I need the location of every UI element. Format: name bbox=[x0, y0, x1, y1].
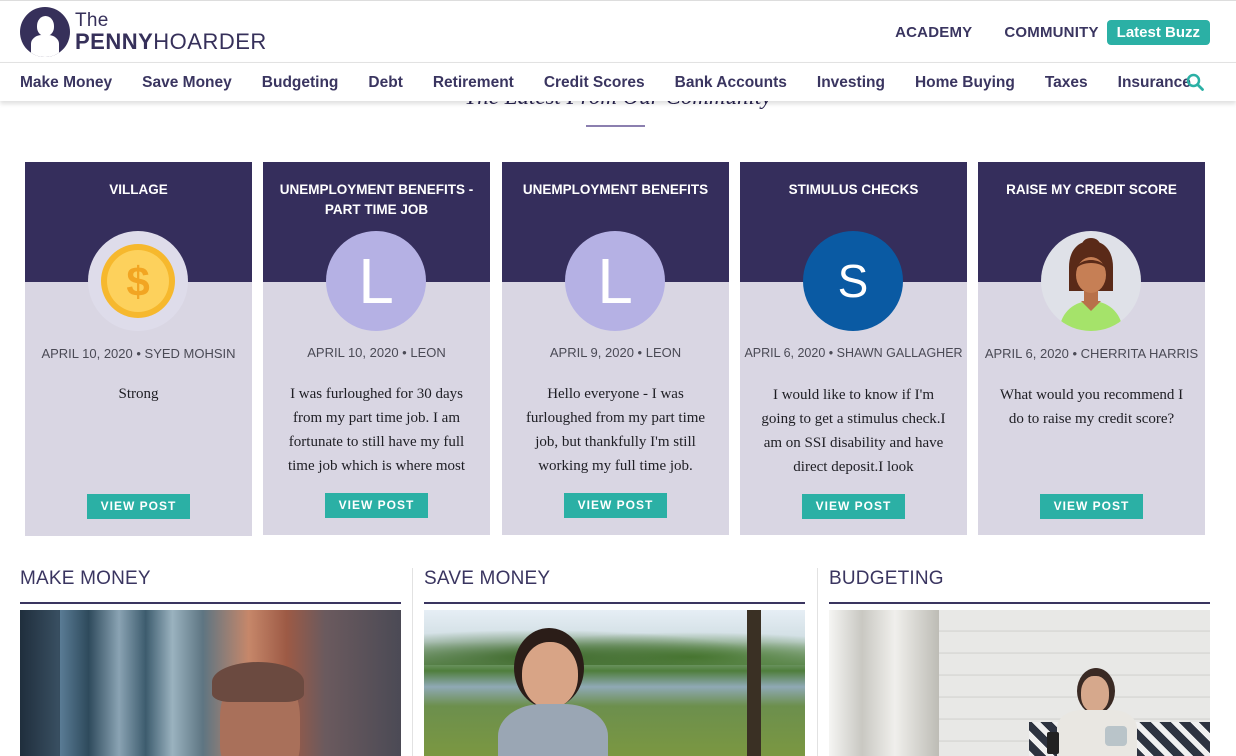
site-header: The PENNYHOARDER ACADEMY COMMUNITY Lates… bbox=[0, 0, 1236, 62]
nav-item-credit-scores[interactable]: Credit Scores bbox=[544, 74, 645, 92]
community-card: STIMULUS CHECKS S APRIL 6, 2020 • SHAWN … bbox=[740, 162, 967, 535]
svg-text:$: $ bbox=[126, 258, 149, 305]
nav-item-debt[interactable]: Debt bbox=[368, 74, 402, 92]
woman-avatar-icon bbox=[1041, 231, 1141, 331]
card-title: VILLAGE bbox=[109, 182, 168, 197]
view-post-button[interactable]: VIEW POST bbox=[802, 494, 905, 519]
card-meta: APRIL 6, 2020 • CHERRITA HARRIS bbox=[984, 346, 1199, 361]
top-links: ACADEMY COMMUNITY Latest Buzz bbox=[863, 20, 1210, 45]
child-in-park-photo[interactable] bbox=[424, 610, 805, 756]
section-budgeting: BUDGETING bbox=[829, 568, 1210, 756]
nav-item-make-money[interactable]: Make Money bbox=[20, 74, 112, 92]
card-date: APRIL 10, 2020 bbox=[41, 346, 133, 361]
latest-buzz-button[interactable]: Latest Buzz bbox=[1106, 20, 1210, 45]
nav-item-save-money[interactable]: Save Money bbox=[142, 74, 232, 92]
card-date: APRIL 6, 2020 bbox=[984, 346, 1069, 361]
user-avatar: S bbox=[803, 231, 903, 331]
nav-item-insurance[interactable]: Insurance bbox=[1118, 74, 1191, 92]
avatar-letter: L bbox=[358, 245, 394, 317]
user-avatar: L bbox=[565, 231, 665, 331]
section-make-money: MAKE MONEY bbox=[20, 568, 401, 756]
academy-link[interactable]: ACADEMY bbox=[895, 24, 972, 41]
card-meta: APRIL 10, 2020 • LEON bbox=[307, 345, 446, 360]
nav-item-bank-accounts[interactable]: Bank Accounts bbox=[675, 74, 787, 92]
card-excerpt: Strong bbox=[118, 386, 159, 402]
site-logo[interactable]: The PENNYHOARDER bbox=[20, 7, 267, 57]
card-meta: APRIL 9, 2020 • LEON bbox=[549, 345, 682, 360]
card-title: STIMULUS CHECKS bbox=[788, 182, 919, 197]
card-author: SYED MOHSIN bbox=[144, 346, 236, 361]
section-title[interactable]: MAKE MONEY bbox=[20, 568, 401, 604]
man-behind-window-photo[interactable] bbox=[20, 610, 401, 756]
woman-on-couch-photo[interactable] bbox=[829, 610, 1210, 756]
avatar-letter: L bbox=[597, 245, 633, 317]
card-excerpt: I was furloughed for 30 days from my par… bbox=[287, 386, 466, 474]
dollar-coin-icon: $ bbox=[88, 231, 188, 331]
card-meta: APRIL 10, 2020 • SYED MOHSIN bbox=[41, 346, 236, 361]
card-author: LEON bbox=[645, 345, 682, 360]
community-card: UNEMPLOYMENT BENEFITS - PART TIME JOB L … bbox=[263, 162, 490, 535]
community-card: VILLAGE $ APRIL 10, 2020 • SYED MOHSIN S… bbox=[25, 162, 252, 536]
card-author: LEON bbox=[410, 345, 446, 360]
logo-penny: PENNY bbox=[75, 29, 154, 54]
card-excerpt: Hello everyone - I was furloughed from m… bbox=[525, 386, 706, 474]
nav-item-retirement[interactable]: Retirement bbox=[433, 74, 514, 92]
section-title[interactable]: BUDGETING bbox=[829, 568, 1210, 604]
section-save-money: SAVE MONEY bbox=[424, 568, 805, 756]
card-title: RAISE MY CREDIT SCORE bbox=[1006, 182, 1177, 197]
nav-item-taxes[interactable]: Taxes bbox=[1045, 74, 1088, 92]
view-post-button[interactable]: VIEW POST bbox=[1040, 494, 1143, 519]
view-post-button[interactable]: VIEW POST bbox=[325, 493, 428, 518]
community-link[interactable]: COMMUNITY bbox=[1004, 24, 1098, 41]
nav-item-investing[interactable]: Investing bbox=[817, 74, 885, 92]
card-date: APRIL 10, 2020 bbox=[307, 345, 399, 360]
user-avatar: L bbox=[326, 231, 426, 331]
card-title: UNEMPLOYMENT BENEFITS - PART TIME JOB bbox=[279, 182, 474, 217]
nav-item-home-buying[interactable]: Home Buying bbox=[915, 74, 1015, 92]
card-excerpt: What would you recommend I do to raise m… bbox=[999, 387, 1184, 427]
card-author: SHAWN GALLAGHER bbox=[836, 346, 963, 360]
section-divider bbox=[817, 568, 818, 756]
view-post-button[interactable]: VIEW POST bbox=[87, 494, 190, 519]
card-excerpt: I would like to know if I'm going to get… bbox=[761, 387, 946, 475]
logo-hoarder: HOARDER bbox=[153, 29, 267, 54]
section-title[interactable]: SAVE MONEY bbox=[424, 568, 805, 604]
logo-wordmark: The PENNYHOARDER bbox=[75, 11, 267, 53]
card-meta: APRIL 6, 2020 • SHAWN GALLAGHER bbox=[744, 346, 963, 360]
card-date: APRIL 9, 2020 bbox=[549, 345, 634, 360]
title-underline bbox=[586, 125, 645, 127]
logo-the: The bbox=[75, 10, 109, 31]
main-nav: Make Money Save Money Budgeting Debt Ret… bbox=[0, 62, 1236, 101]
card-title: UNEMPLOYMENT BENEFITS bbox=[522, 182, 709, 197]
card-author: CHERRITA HARRIS bbox=[1080, 346, 1199, 361]
nav-item-budgeting[interactable]: Budgeting bbox=[262, 74, 339, 92]
community-card: RAISE MY CREDIT SCORE APRIL 6, 2020 • CH… bbox=[978, 162, 1205, 535]
community-card: UNEMPLOYMENT BENEFITS L APRIL 9, 2020 • … bbox=[502, 162, 729, 535]
search-icon[interactable] bbox=[1186, 73, 1204, 91]
card-date: APRIL 6, 2020 bbox=[744, 346, 826, 360]
avatar-letter: S bbox=[837, 255, 869, 307]
section-divider bbox=[412, 568, 413, 756]
view-post-button[interactable]: VIEW POST bbox=[564, 493, 667, 518]
logo-silhouette-icon bbox=[20, 7, 70, 57]
